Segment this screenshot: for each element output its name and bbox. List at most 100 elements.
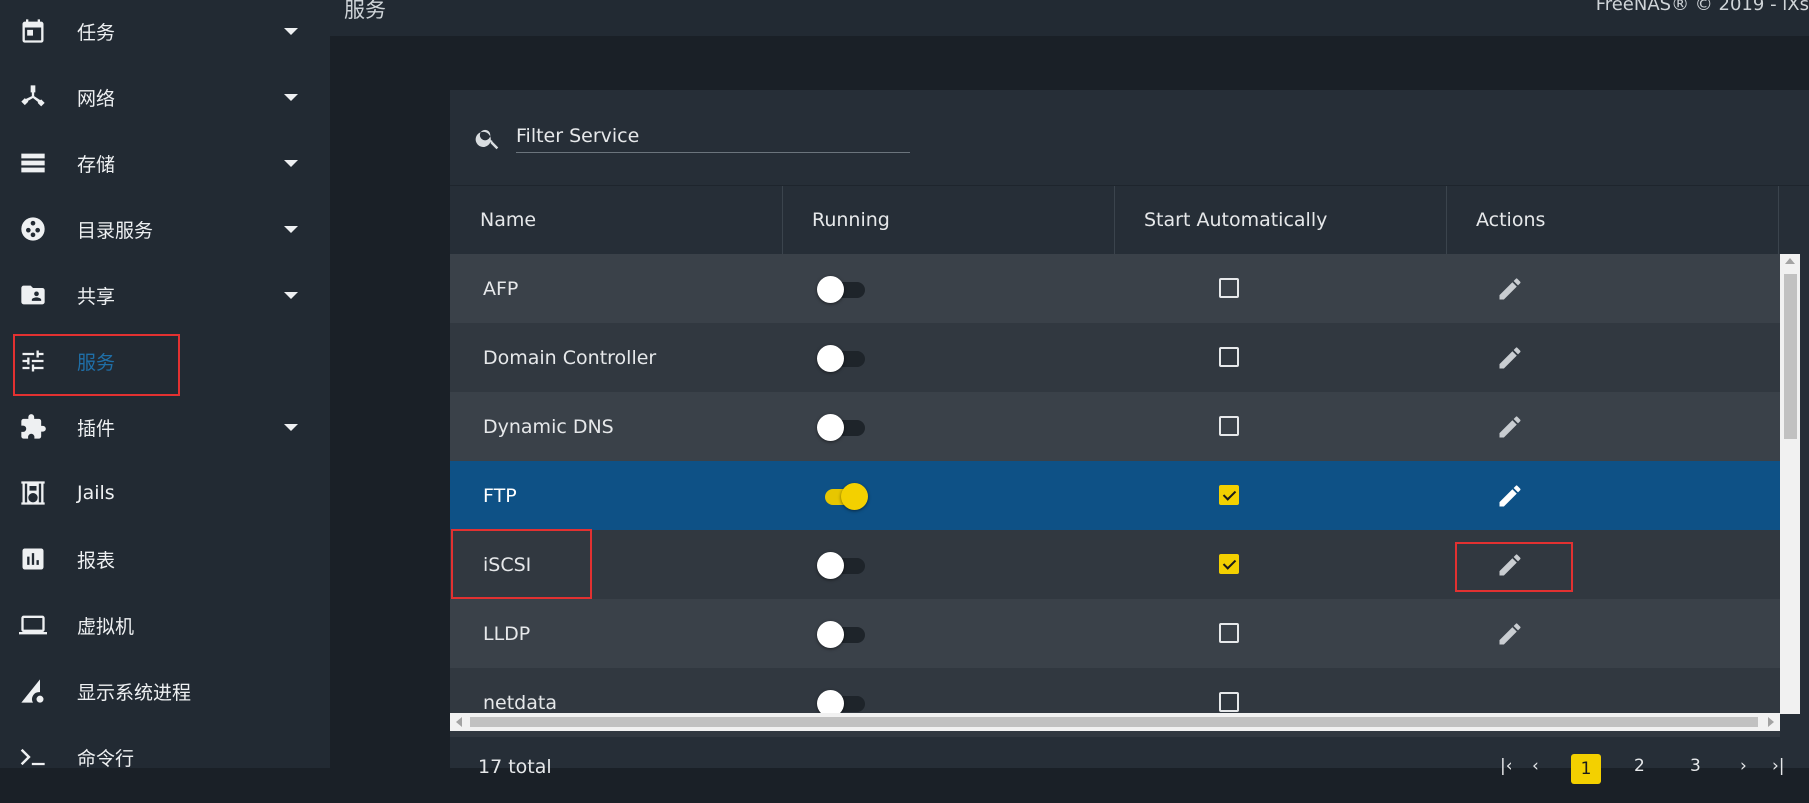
chevron-down-icon (284, 27, 298, 35)
sidebar-item-virtual-machines[interactable]: 虚拟机 (0, 597, 330, 653)
sidebar-item-label: Jails (77, 482, 115, 504)
sidebar-item-tasks[interactable]: 任务 (0, 3, 330, 59)
chevron-down-icon (284, 291, 298, 299)
service-name: FTP (483, 484, 517, 507)
search-icon (474, 124, 502, 152)
page-button-current[interactable]: 1 (1571, 754, 1601, 784)
page-button[interactable]: 3 (1690, 756, 1701, 776)
directory-services-icon (18, 214, 48, 244)
edit-pencil-icon[interactable] (1496, 620, 1524, 648)
edit-pencil-icon[interactable] (1496, 413, 1524, 441)
table-header: Name Running Start Automatically Actions (450, 186, 1780, 254)
chevron-down-icon (284, 225, 298, 233)
system-processes-icon (18, 676, 48, 706)
sidebar-item-system-processes[interactable]: 显示系统进程 (0, 663, 330, 719)
previous-page-icon[interactable]: ‹ (1532, 756, 1539, 776)
start-automatically-checkbox[interactable] (1219, 278, 1239, 298)
sidebar-item-directory-services[interactable]: 目录服务 (0, 201, 330, 257)
chevron-down-icon (284, 423, 298, 431)
sidebar-item-storage[interactable]: 存储 (0, 135, 330, 191)
sidebar-item-label: 目录服务 (77, 219, 154, 242)
service-name: Dynamic DNS (483, 415, 614, 438)
scroll-right-arrow-icon[interactable] (1768, 717, 1774, 727)
table-row[interactable]: FTP (450, 461, 1780, 530)
table-row[interactable]: LLDP (450, 599, 1780, 668)
scroll-up-arrow-icon[interactable] (1785, 258, 1795, 264)
highlight-box (1455, 542, 1573, 592)
table-row[interactable]: Dynamic DNS (450, 392, 1780, 461)
calendar-icon (18, 16, 48, 46)
laptop-icon (18, 610, 48, 640)
start-automatically-checkbox[interactable] (1219, 692, 1239, 712)
start-automatically-checkbox[interactable] (1219, 485, 1239, 505)
running-toggle[interactable] (817, 276, 867, 303)
copyright-text: FreeNAS® © 2019 - iXs (1595, 0, 1809, 15)
scrollbar-thumb[interactable] (470, 717, 1758, 727)
toggle-thumb (817, 621, 844, 648)
start-automatically-checkbox[interactable] (1219, 554, 1239, 574)
highlight-box (13, 334, 180, 396)
start-automatically-checkbox[interactable] (1219, 416, 1239, 436)
chevron-down-icon (284, 93, 298, 101)
table-row[interactable]: AFP (450, 254, 1780, 323)
chart-report-icon (18, 544, 48, 574)
next-page-icon[interactable]: › (1740, 756, 1747, 776)
network-icon (18, 82, 48, 112)
first-page-icon[interactable]: |‹ (1500, 756, 1513, 776)
highlight-box (451, 529, 592, 599)
sidebar-item-jails[interactable]: Jails (0, 465, 330, 521)
scroll-left-arrow-icon[interactable] (456, 717, 462, 727)
column-divider (1778, 186, 1779, 254)
running-toggle[interactable] (817, 345, 867, 372)
chevron-down-icon (284, 159, 298, 167)
start-automatically-checkbox[interactable] (1219, 623, 1239, 643)
total-count: 17 total (478, 756, 552, 778)
running-toggle[interactable] (817, 552, 867, 579)
filter-service-input[interactable] (516, 120, 910, 153)
page-button[interactable]: 2 (1634, 756, 1645, 776)
running-toggle[interactable] (817, 483, 868, 510)
sidebar-item-label: 共享 (77, 285, 116, 308)
running-toggle[interactable] (817, 414, 867, 441)
table-row[interactable]: Domain Controller (450, 323, 1780, 392)
service-name: Domain Controller (483, 346, 657, 369)
services-card: Name Running Start Automatically Actions… (450, 90, 1809, 768)
toggle-thumb (817, 552, 844, 579)
toggle-thumb (841, 483, 868, 510)
vertical-scrollbar[interactable] (1780, 254, 1800, 714)
sidebar-item-plugins[interactable]: 插件 (0, 399, 330, 455)
puzzle-piece-icon (18, 412, 48, 442)
sidebar-item-reporting[interactable]: 报表 (0, 531, 330, 587)
table-row[interactable]: iSCSI (450, 530, 1780, 599)
sidebar-item-label: 网络 (77, 87, 116, 110)
jail-icon (18, 478, 48, 508)
sidebar-item-sharing[interactable]: 共享 (0, 267, 330, 323)
last-page-icon[interactable]: ›| (1772, 756, 1785, 776)
column-header-start-automatically[interactable]: Start Automatically (1114, 186, 1446, 254)
sidebar-item-label: 报表 (77, 549, 116, 572)
top-bar: 服务 FreeNAS® © 2019 - iXs (330, 0, 1809, 36)
sidebar-item-label: 虚拟机 (77, 615, 135, 638)
edit-pencil-icon[interactable] (1496, 344, 1524, 372)
toggle-thumb (817, 276, 844, 303)
edit-pencil-icon[interactable] (1496, 482, 1524, 510)
running-toggle[interactable] (817, 621, 867, 648)
page-title: 服务 (344, 0, 386, 22)
start-automatically-checkbox[interactable] (1219, 347, 1239, 367)
column-header-running[interactable]: Running (782, 186, 1114, 254)
sidebar-item-label: 任务 (77, 21, 116, 44)
sidebar-item-label: 插件 (77, 417, 116, 440)
column-header-name[interactable]: Name (450, 186, 782, 254)
sidebar-item-label: 存储 (77, 153, 116, 176)
horizontal-scrollbar[interactable] (450, 713, 1780, 731)
toggle-thumb (817, 345, 844, 372)
shared-folder-icon (18, 280, 48, 310)
sidebar-item-shell[interactable]: 命令行 (0, 729, 330, 785)
toggle-thumb (817, 414, 844, 441)
service-name: AFP (483, 277, 519, 300)
column-header-actions[interactable]: Actions (1446, 186, 1778, 254)
edit-pencil-icon[interactable] (1496, 275, 1524, 303)
filter-bar (450, 90, 1809, 186)
scrollbar-thumb[interactable] (1784, 274, 1797, 439)
sidebar-item-network[interactable]: 网络 (0, 69, 330, 125)
